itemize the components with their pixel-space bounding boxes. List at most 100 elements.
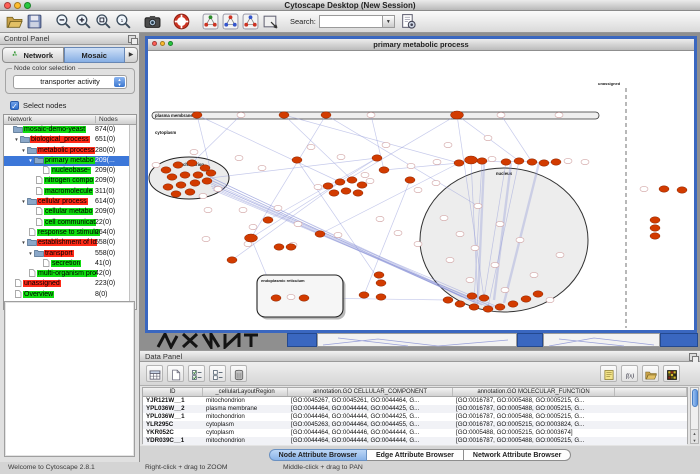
network-node-selected[interactable] (315, 231, 325, 237)
network-node-unselected[interactable] (432, 180, 440, 185)
network-tree-row[interactable]: nitrogen compo209(0) (4, 176, 129, 186)
network-node-unselected[interactable] (199, 193, 207, 198)
network-node-unselected[interactable] (361, 172, 369, 177)
network-node-selected[interactable] (477, 158, 487, 164)
tab-network-attribute-browser[interactable]: Network Attribute Browser (464, 449, 571, 461)
network-node-unselected[interactable] (440, 215, 448, 220)
network-node-unselected[interactable] (501, 287, 509, 292)
birdseye-view-panel[interactable] (4, 301, 135, 457)
network-tree-row[interactable]: response to stimulu264(0) (4, 228, 129, 238)
network-node-unselected[interactable] (491, 262, 499, 267)
network-node-selected[interactable] (677, 187, 687, 193)
network-tree-row[interactable]: ▼transport558(0) (4, 249, 129, 259)
network-node-selected[interactable] (551, 159, 561, 165)
network-node-unselected[interactable] (152, 162, 160, 167)
network-node-selected[interactable] (271, 295, 281, 301)
network-edge[interactable] (501, 115, 532, 162)
network-node-selected[interactable] (274, 244, 284, 250)
network-node-unselected[interactable] (239, 207, 247, 212)
search-input[interactable] (319, 15, 383, 28)
network-node-selected[interactable] (347, 177, 357, 183)
network-node-unselected[interactable] (376, 216, 384, 221)
network-node-selected[interactable] (451, 111, 464, 119)
network-node-unselected[interactable] (414, 241, 422, 246)
network-node-selected[interactable] (483, 306, 493, 312)
network-node-unselected[interactable] (258, 165, 266, 170)
notepad-button[interactable] (600, 365, 617, 382)
network-node-selected[interactable] (650, 225, 660, 231)
network-node-selected[interactable] (467, 293, 477, 299)
float-panel-icon[interactable] (689, 353, 697, 361)
network-node-unselected[interactable] (407, 163, 415, 168)
network-node-selected[interactable] (171, 191, 181, 197)
network-node-unselected[interactable] (314, 184, 322, 189)
network-tree-row[interactable]: macromolecule311(0) (4, 187, 129, 197)
network-node-unselected[interactable] (530, 272, 538, 277)
network-node-unselected[interactable] (307, 144, 315, 149)
save-button[interactable] (26, 13, 43, 30)
snapshot-button[interactable] (144, 13, 161, 30)
network-node-selected[interactable] (193, 172, 203, 178)
network-node-selected[interactable] (539, 160, 549, 166)
network-node-unselected[interactable] (414, 187, 422, 192)
help-button[interactable] (173, 13, 190, 30)
tree-scrollbar[interactable] (129, 125, 136, 309)
column-header-id[interactable]: ID (143, 388, 203, 396)
network-node-selected[interactable] (659, 186, 669, 192)
network-tree-row[interactable]: nucleobase-209(0) (4, 166, 129, 176)
network-tree-row[interactable]: ▼cellular process614(0) (4, 197, 129, 207)
network-node-unselected[interactable] (214, 186, 222, 191)
network-node-unselected[interactable] (394, 230, 402, 235)
table-row[interactable]: YPL036W__1mitochondrion[GO:0044464, GO:0… (143, 413, 687, 421)
network-node-selected[interactable] (167, 174, 177, 180)
vizmapper-button[interactable] (222, 13, 239, 30)
search-dropdown-button[interactable]: ▼ (383, 15, 395, 28)
node-color-attribute-dropdown[interactable]: transporter activity ▲▼ (13, 75, 127, 89)
network-node-selected[interactable] (469, 304, 479, 310)
network-node-unselected[interactable] (444, 142, 452, 147)
network-edge[interactable] (268, 158, 377, 220)
select-attributes-button[interactable] (188, 365, 205, 382)
network-node-unselected[interactable] (474, 203, 482, 208)
network-node-unselected[interactable] (516, 237, 524, 242)
zoom-fit-button[interactable]: 1 (115, 13, 132, 30)
network-node-selected[interactable] (173, 162, 183, 168)
network-node-unselected[interactable] (294, 221, 302, 226)
table-row[interactable]: YJR121W__1mitochondrion[GO:0045267, GO:0… (143, 397, 687, 405)
network-node-unselected[interactable] (202, 236, 210, 241)
network-node-selected[interactable] (508, 301, 518, 307)
tab-node-attribute-browser[interactable]: Node Attribute Browser (269, 449, 367, 461)
network-node-unselected[interactable] (556, 252, 564, 257)
table-row[interactable]: YLR295Ccytoplasm[GO:0045263, GO:0044464,… (143, 421, 687, 429)
unselect-attributes-button[interactable] (209, 365, 226, 382)
new-attribute-button[interactable] (167, 365, 184, 382)
network-node-selected[interactable] (263, 217, 273, 223)
network-node-selected[interactable] (650, 233, 660, 239)
network-node-selected[interactable] (292, 157, 302, 163)
network-tree-row[interactable]: ▼primary metabo209(... (4, 156, 129, 166)
network-node-selected[interactable] (341, 188, 351, 194)
network-node-selected[interactable] (353, 190, 363, 196)
network-node-unselected[interactable] (274, 205, 282, 210)
network-edge[interactable] (232, 182, 340, 260)
network-node-selected[interactable] (405, 177, 415, 183)
network-node-selected[interactable] (335, 179, 345, 185)
network-node-unselected[interactable] (640, 186, 648, 191)
network-node-selected[interactable] (533, 291, 543, 297)
network-node-unselected[interactable] (366, 178, 374, 183)
scrollbar-buttons[interactable]: ▲▼ (691, 429, 698, 443)
network-node-selected[interactable] (192, 112, 202, 118)
more-tabs-button[interactable]: ▶ (125, 47, 138, 63)
network-edge[interactable] (340, 115, 457, 184)
tree-column-nodes[interactable]: Nodes (95, 116, 118, 123)
network-node-unselected[interactable] (564, 158, 572, 163)
zoom-in-button[interactable] (75, 13, 92, 30)
network-tree-row[interactable]: ▼establishment of lo558(0) (4, 238, 129, 248)
network-node-unselected[interactable] (471, 245, 479, 250)
network-node-unselected[interactable] (555, 112, 563, 117)
network-node-selected[interactable] (650, 217, 660, 223)
float-panel-icon[interactable] (128, 35, 136, 43)
network-node-selected[interactable] (329, 190, 339, 196)
network-node-selected[interactable] (245, 234, 258, 242)
network-node-unselected[interactable] (337, 154, 345, 159)
